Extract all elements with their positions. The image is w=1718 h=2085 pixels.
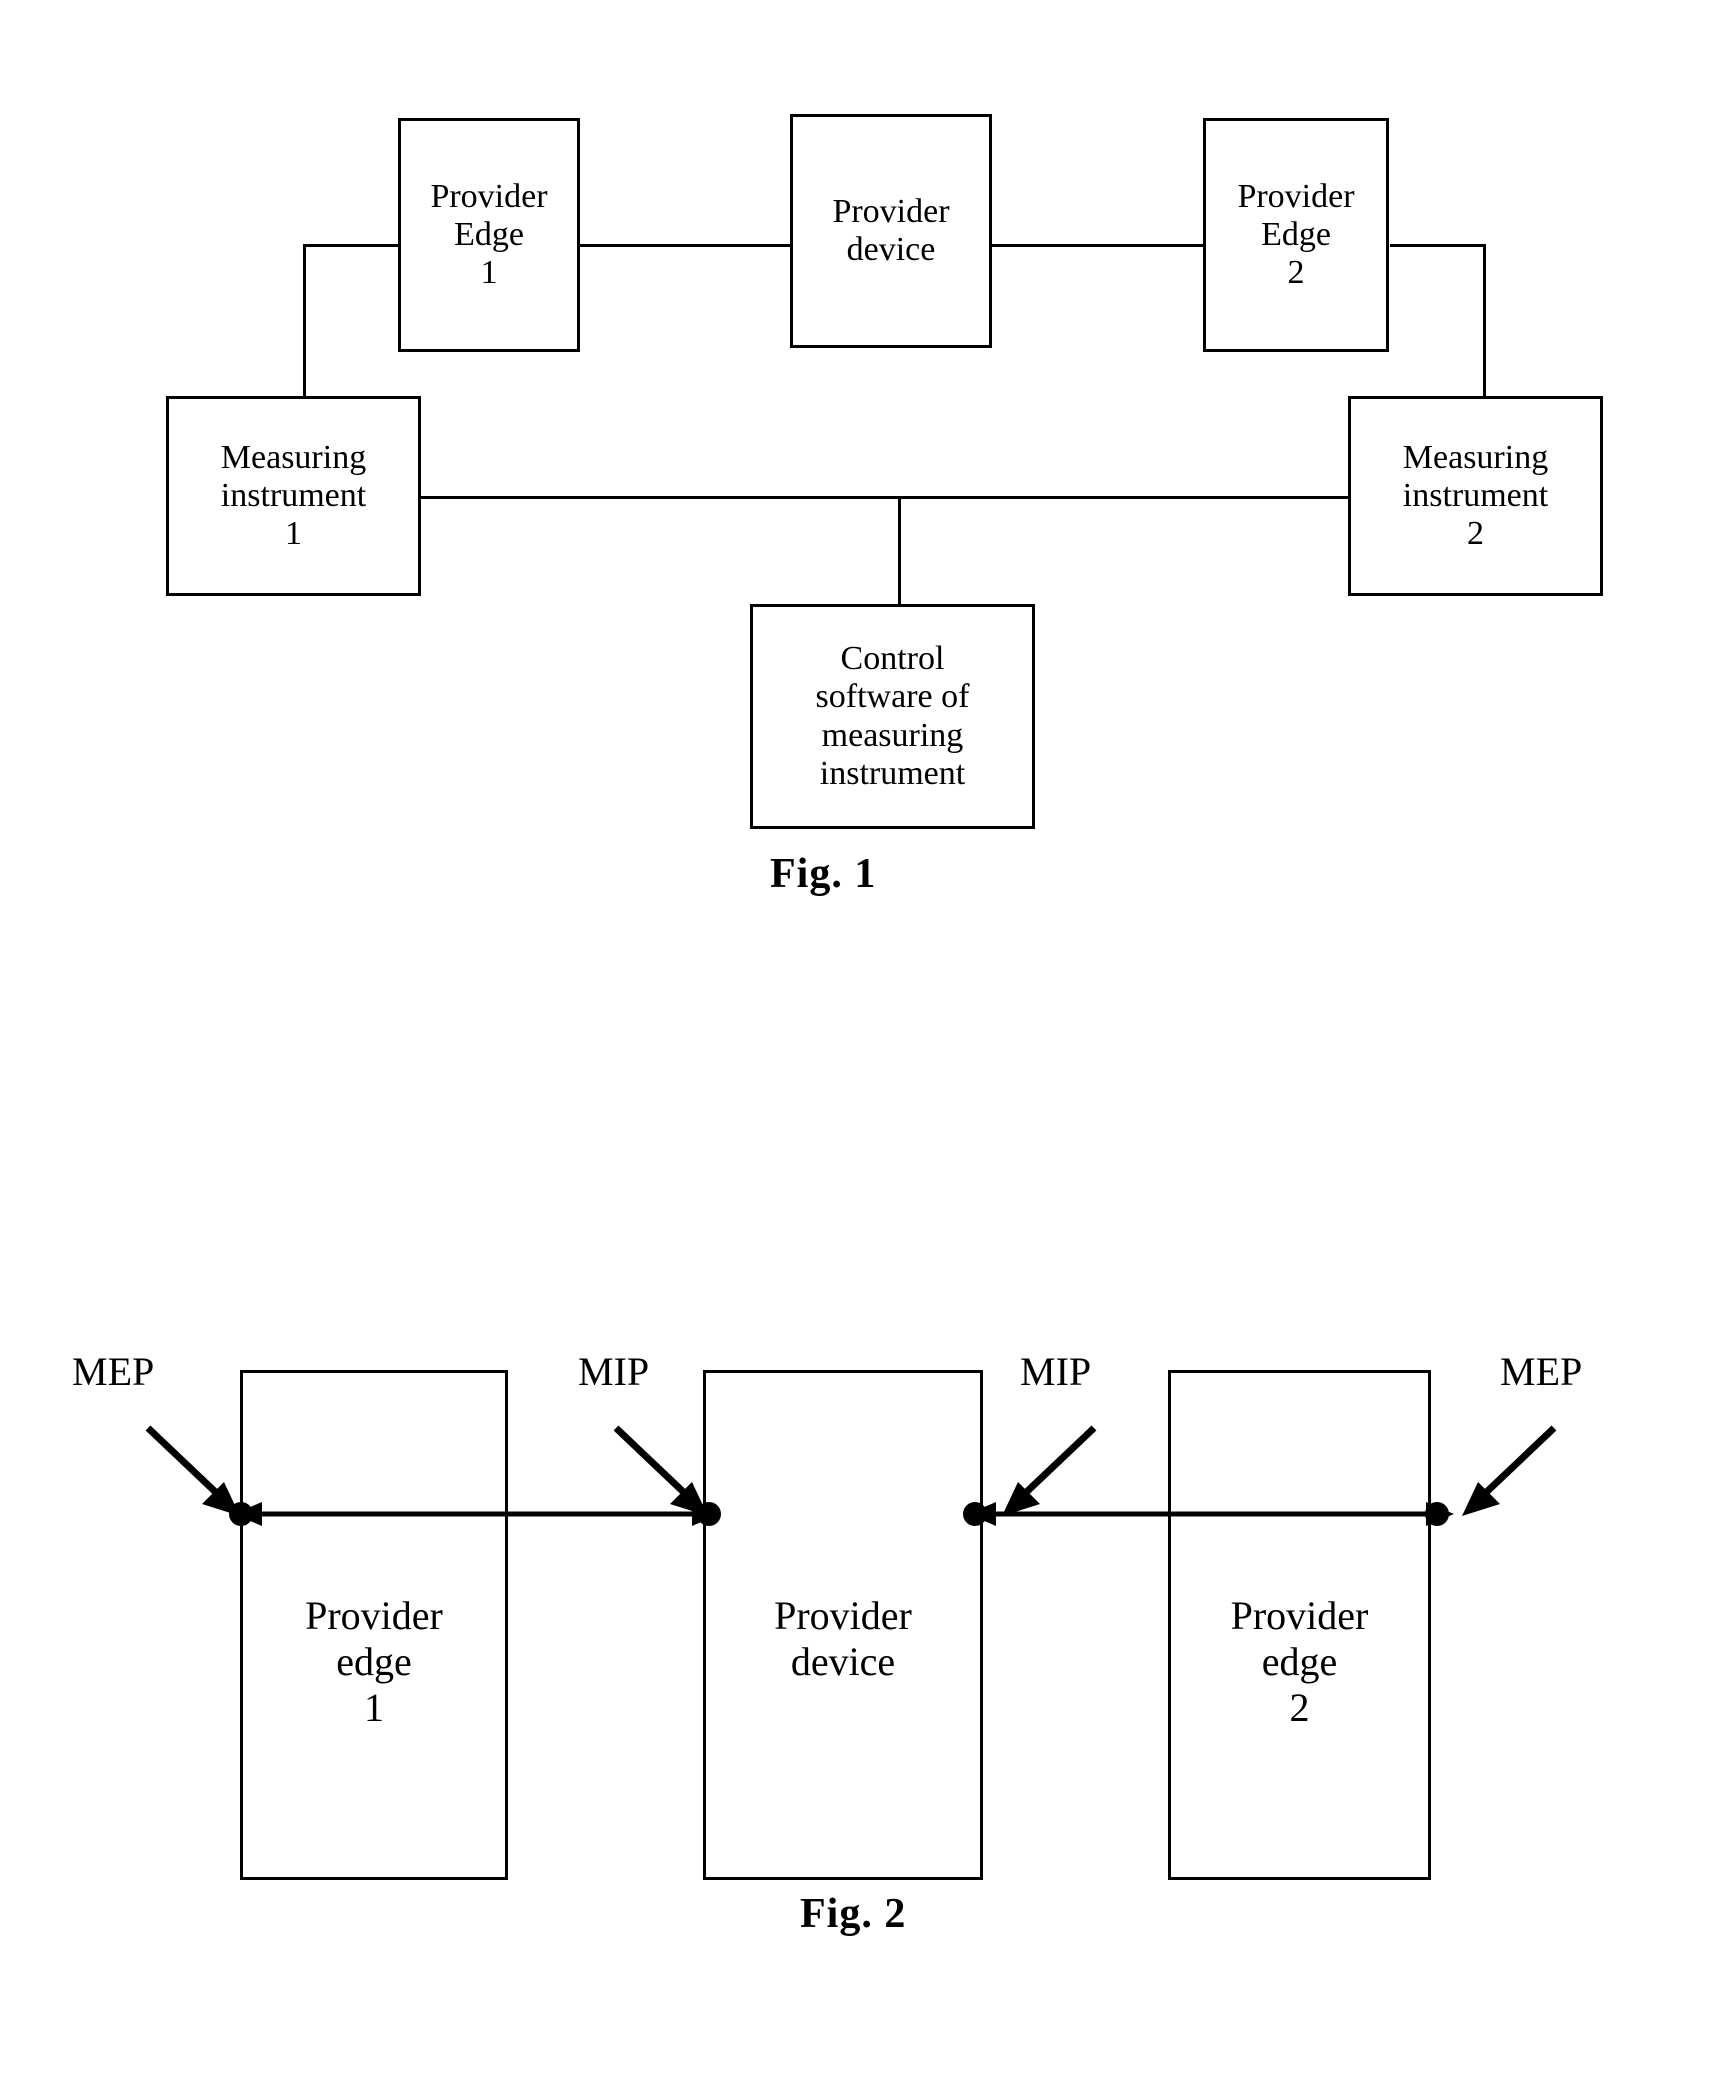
point-mep-left-label: MEP	[72, 1349, 155, 1394]
connector-pe2-to-mi2-horizontal	[1390, 244, 1486, 247]
connector-bus-to-control-software	[898, 496, 901, 606]
connector-pe2-to-mi2-vertical	[1483, 244, 1486, 398]
node-provider-edge-1-label: Provider Edge 1	[430, 177, 548, 292]
figure-2-caption: Fig. 2	[800, 1891, 907, 1937]
node-f2-provider-edge-2-label: Provider edge 2	[1230, 1593, 1369, 1730]
figure-1-caption: Fig. 1	[770, 851, 877, 897]
connector-mi1-to-mi2-bus	[420, 496, 1350, 499]
point-mep-right-label: MEP	[1500, 1349, 1583, 1394]
patent-drawing-sheet: Provider Edge 1 Provider device Provider Edg…	[0, 0, 1718, 2085]
point-mip-right-dot[interactable]	[963, 1502, 987, 1526]
node-f2-provider-edge-1[interactable]: Provider edge 1	[240, 1370, 508, 1880]
node-measuring-instrument-1[interactable]: Measuring instrument 1	[166, 396, 421, 596]
node-provider-edge-2[interactable]: Provider Edge 2	[1203, 118, 1389, 352]
connector-pe1-to-mi1-horizontal	[303, 244, 398, 247]
point-mip-left-label: MIP	[578, 1349, 650, 1394]
node-f2-provider-device-label: Provider device	[774, 1593, 912, 1684]
node-f2-provider-device[interactable]: Provider device	[703, 1370, 983, 1880]
connector-pe1-to-provider-device	[578, 244, 790, 247]
pointer-arrow-mep-left	[145, 1425, 240, 1516]
node-provider-device-label: Provider device	[832, 192, 950, 268]
pointer-arrow-mip-right	[1002, 1425, 1097, 1516]
node-f2-provider-edge-1-label: Provider edge 1	[305, 1593, 443, 1730]
node-control-software-label: Control software of measuring instrument	[815, 640, 970, 792]
pointer-arrow-mip-left	[613, 1425, 708, 1516]
node-provider-edge-1[interactable]: Provider Edge 1	[398, 118, 580, 352]
node-measuring-instrument-2-label: Measuring instrument 2	[1402, 438, 1549, 553]
point-mip-right-label: MIP	[1020, 1349, 1092, 1394]
connector-provider-device-to-pe2	[990, 244, 1203, 247]
node-measuring-instrument-1-label: Measuring instrument 1	[220, 438, 367, 553]
node-measuring-instrument-2[interactable]: Measuring instrument 2	[1348, 396, 1603, 596]
node-f2-provider-edge-2[interactable]: Provider edge 2	[1168, 1370, 1431, 1880]
node-control-software[interactable]: Control software of measuring instrument	[750, 604, 1035, 829]
node-provider-device[interactable]: Provider device	[790, 114, 992, 348]
pointer-arrow-mep-right	[1462, 1425, 1557, 1516]
connector-pe1-to-mi1-vertical	[303, 244, 306, 398]
node-provider-edge-2-label: Provider Edge 2	[1237, 177, 1355, 292]
point-mep-right-dot[interactable]	[1425, 1502, 1449, 1526]
